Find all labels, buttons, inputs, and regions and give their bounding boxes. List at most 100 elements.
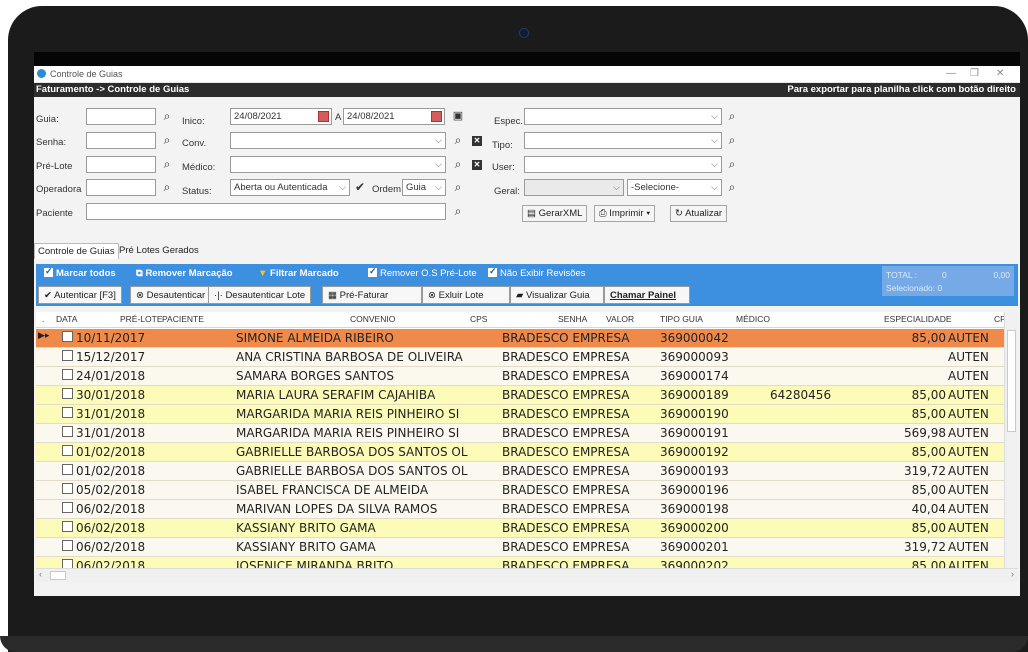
row-checkbox[interactable] <box>62 331 73 342</box>
nao-exibir-checkbox[interactable]: Não Exibir Revisões <box>488 266 586 279</box>
search-icon[interactable]: ⌕ <box>450 156 466 173</box>
user-select[interactable]: ⌵ <box>524 156 722 173</box>
row-checkbox[interactable] <box>62 483 73 494</box>
table-row[interactable]: 06/02/2018 KASSIANY BRITO GAMA BRADESCO EM… <box>36 519 1004 538</box>
clear-icon[interactable]: ✕ <box>472 136 482 146</box>
search-icon[interactable]: ⌕ <box>724 132 740 149</box>
scrollbar-thumb[interactable] <box>50 571 66 580</box>
row-checkbox[interactable] <box>62 521 73 532</box>
clear-icon[interactable]: ✕ <box>472 160 482 170</box>
table-row[interactable]: 06/02/2018 JOSENICE MIRANDA BRITO BRADESCO… <box>36 557 1004 568</box>
tab-controle-guias[interactable]: Controle de Guias <box>34 243 119 259</box>
excluir-lote-button[interactable]: ⊗ Exluir Lote <box>422 286 510 304</box>
vertical-scrollbar[interactable] <box>1004 312 1018 568</box>
prelote-input[interactable] <box>86 156 156 173</box>
minimize-button[interactable]: — <box>946 68 956 79</box>
row-checkbox[interactable] <box>62 426 73 437</box>
gerar-xml-button[interactable]: ▤ GerarXML <box>522 205 588 222</box>
ordem-select[interactable]: Guia ⌵ <box>402 179 446 196</box>
cell-senha: BRADESCO EMPRESA <box>502 331 630 345</box>
table-row[interactable]: 30/01/2018 MARIA LAURA SERAFIM CAJAHIBA BR… <box>36 386 1004 405</box>
filtrar-marcado-button[interactable]: ▼ Filtrar Marcado <box>258 268 339 279</box>
row-checkbox[interactable] <box>62 388 73 399</box>
table-row[interactable]: 06/02/2018 MARIVAN LOPES DA SILVA RAMOS BR… <box>36 500 1004 519</box>
table-row[interactable]: 05/02/2018 ISABEL FRANCISCA DE ALMEIDA BRA… <box>36 481 1004 500</box>
guia-input[interactable] <box>86 108 156 125</box>
operadora-input[interactable] <box>86 179 156 196</box>
scroll-right-icon[interactable]: › <box>1011 569 1014 579</box>
calendar-icon[interactable] <box>318 111 329 122</box>
cell-convenio: JOSENICE MIRANDA BRITO <box>236 559 394 568</box>
chamar-painel-button[interactable]: Chamar Painel <box>604 286 690 304</box>
status-select[interactable]: Aberta ou Autenticada ⌵ <box>230 179 350 196</box>
table-row[interactable]: 31/01/2018 MARGARIDA MARIA REIS PINHEIRO … <box>36 424 1004 443</box>
search-icon[interactable]: ⌕ <box>450 203 466 220</box>
search-icon[interactable]: ⌕ <box>159 132 175 149</box>
marcar-todos-button[interactable]: Marcar todos <box>44 266 116 279</box>
cell-convenio: SIMONE ALMEIDA RIBEIRO <box>236 331 394 345</box>
search-icon[interactable]: ⌕ <box>450 132 466 149</box>
paciente-input[interactable] <box>86 203 446 220</box>
row-checkbox[interactable] <box>62 445 73 456</box>
desautenticar-lote-button[interactable]: ·|· Desautenticar Lote <box>208 286 312 304</box>
close-button[interactable]: ✕ <box>996 68 1004 79</box>
senha-input[interactable] <box>86 132 156 149</box>
search-icon[interactable]: ⌕ <box>724 156 740 173</box>
visualizar-guia-button[interactable]: ▰ Visualizar Guia <box>510 286 604 304</box>
geral-field-select[interactable]: ⌵ <box>524 179 624 196</box>
row-checkbox[interactable] <box>62 559 73 568</box>
table-row[interactable]: 24/01/2018 SAMARA BORGES SANTOS BRADESCO E… <box>36 367 1004 386</box>
save-icon[interactable]: ▣ <box>450 108 466 125</box>
autenticar-button[interactable]: ✔ Autenticar [F3] <box>38 286 122 304</box>
search-icon[interactable]: ⌕ <box>724 108 740 125</box>
ate-label: A <box>335 112 342 123</box>
cell-convenio: GABRIELLE BARBOSA DOS SANTOS OL <box>236 464 468 478</box>
imprimir-button[interactable]: ⎙ Imprimir ▾ <box>594 205 656 222</box>
search-icon[interactable]: ⌕ <box>159 108 175 125</box>
remover-marcacao-button[interactable]: ⧉ Remover Marcação <box>136 268 233 279</box>
convenio-select[interactable]: ⌵ <box>230 132 446 149</box>
pre-faturar-button[interactable]: ▦ Pré-Faturar <box>322 286 422 304</box>
scrollbar-thumb[interactable] <box>1007 330 1016 432</box>
scroll-left-icon[interactable]: ‹ <box>39 569 42 579</box>
cell-status: AUTEN <box>948 445 989 459</box>
search-icon[interactable]: ⌕ <box>724 179 740 196</box>
check-circle-icon[interactable]: ✔ <box>352 179 368 196</box>
autenticar-label: Autenticar [F3] <box>54 290 116 301</box>
search-icon[interactable]: ⌕ <box>159 156 175 173</box>
row-checkbox[interactable] <box>62 407 73 418</box>
row-checkbox[interactable] <box>62 540 73 551</box>
table-row[interactable]: 15/12/2017 ANA CRISTINA BARBOSA DE OLIVEI… <box>36 348 1004 367</box>
split-icon: ·|· <box>214 290 226 301</box>
tab-pre-lotes[interactable]: Pré Lotes Gerados <box>116 243 202 259</box>
calendar-icon[interactable] <box>431 111 442 122</box>
table-row[interactable]: 01/02/2018 GABRIELLE BARBOSA DOS SANTOS O… <box>36 462 1004 481</box>
geral-select[interactable]: -Selecione- ⌵ <box>627 179 722 196</box>
start-date-input[interactable]: 24/08/2021 <box>230 108 332 125</box>
table-row[interactable]: 06/02/2018 KASSIANY BRITO GAMA BRADESCO EM… <box>36 538 1004 557</box>
end-date-input[interactable]: 24/08/2021 <box>343 108 445 125</box>
cell-status: AUTEN <box>948 464 989 478</box>
screen-bezel <box>34 52 1020 66</box>
operadora-label: Operadora <box>36 184 82 195</box>
table-row[interactable]: 01/02/2018 GABRIELLE BARBOSA DOS SANTOS O… <box>36 443 1004 462</box>
cell-senha: BRADESCO EMPRESA <box>502 559 630 568</box>
desautenticar-button[interactable]: ⊗ Desautenticar <box>130 286 212 304</box>
restore-button[interactable]: ❐ <box>970 68 979 79</box>
tipo-select[interactable]: ⌵ <box>524 132 722 149</box>
medico-select[interactable]: ⌵ <box>230 156 446 173</box>
espec-select[interactable]: ⌵ <box>524 108 722 125</box>
horizontal-scrollbar[interactable]: ‹ › <box>36 568 1018 582</box>
table-row[interactable]: 31/01/2018 MARGARIDA MARIA REIS PINHEIRO … <box>36 405 1004 424</box>
row-checkbox[interactable] <box>62 350 73 361</box>
search-icon[interactable]: ⌕ <box>450 179 466 196</box>
atualizar-button[interactable]: ↻ Atualizar <box>670 205 728 222</box>
remover-os-checkbox[interactable]: Remover O.S Pré-Lote <box>368 266 477 279</box>
search-icon[interactable]: ⌕ <box>159 179 175 196</box>
row-checkbox[interactable] <box>62 464 73 475</box>
row-pointer-icon: ▶▸ <box>38 331 50 341</box>
row-checkbox[interactable] <box>62 502 73 513</box>
cell-senha: BRADESCO EMPRESA <box>502 502 630 516</box>
table-row[interactable]: ▶▸ 10/11/2017 SIMONE ALMEIDA RIBEIRO BRADES… <box>36 329 1004 348</box>
row-checkbox[interactable] <box>62 369 73 380</box>
